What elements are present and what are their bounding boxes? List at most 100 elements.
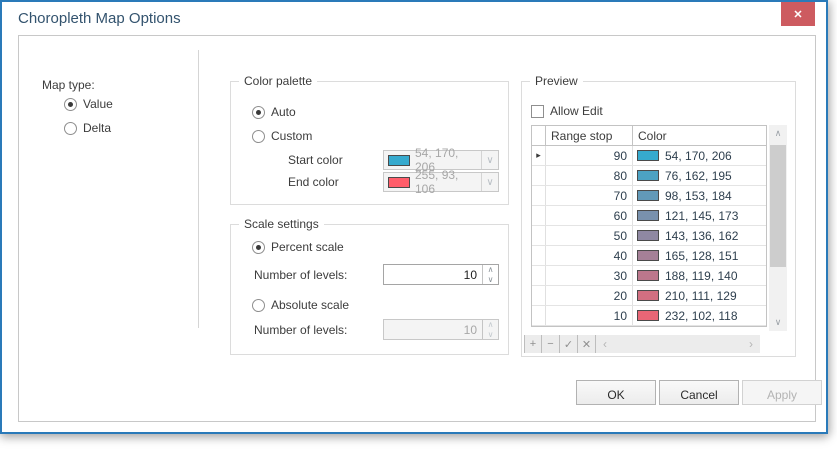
radio-label-delta: Delta — [83, 121, 111, 135]
title-bar[interactable]: Choropleth Map Options ✕ — [2, 2, 826, 35]
plus-icon: + — [530, 338, 536, 350]
range-stop-cell[interactable]: 80 — [546, 166, 633, 185]
spin-up-icon[interactable]: ∧ — [483, 265, 498, 275]
percent-levels-spinner[interactable]: 10 ∧ ∨ — [383, 264, 499, 285]
chevron-down-icon[interactable]: ∨ — [481, 151, 498, 169]
dialog-window: Choropleth Map Options ✕ Map type: Value… — [0, 0, 828, 434]
row-indicator-cell — [532, 266, 546, 285]
radio-icon — [252, 299, 265, 312]
start-color-swatch — [388, 155, 410, 166]
close-icon: ✕ — [793, 8, 802, 21]
allow-edit-checkbox[interactable]: Allow Edit — [531, 104, 603, 118]
spin-down-icon[interactable]: ∨ — [483, 275, 498, 285]
color-rgb-value: 143, 136, 162 — [665, 229, 738, 243]
radio-label-value: Value — [83, 97, 113, 111]
row-indicator-icon: ▸ — [532, 146, 546, 165]
range-stop-cell[interactable]: 50 — [546, 226, 633, 245]
map-type-label: Map type: — [42, 78, 95, 92]
color-cell[interactable]: 188, 119, 140 — [633, 266, 766, 285]
cancel-edit-button[interactable]: ✕ — [578, 335, 596, 353]
ok-button[interactable]: OK — [576, 380, 656, 405]
row-indicator-cell — [532, 206, 546, 225]
color-cell[interactable]: 143, 136, 162 — [633, 226, 766, 245]
grid-row[interactable]: 50 143, 136, 162 — [532, 226, 766, 246]
color-rgb-value: 210, 111, 129 — [665, 289, 737, 303]
remove-row-button[interactable]: − — [542, 335, 560, 353]
color-cell[interactable]: 210, 111, 129 — [633, 286, 766, 305]
color-swatch — [637, 170, 659, 181]
spin-down-icon: ∨ — [483, 330, 498, 340]
start-color-dropdown[interactable]: 54, 170, 206 ∨ — [383, 150, 499, 170]
range-stop-cell[interactable]: 60 — [546, 206, 633, 225]
cancel-button[interactable]: Cancel — [659, 380, 739, 405]
row-indicator-cell — [532, 286, 546, 305]
grid-row[interactable]: 70 98, 153, 184 — [532, 186, 766, 206]
grid-column-header-range-stop[interactable]: Range stop — [546, 126, 633, 145]
color-swatch — [637, 270, 659, 281]
color-cell[interactable]: 121, 145, 173 — [633, 206, 766, 225]
close-button[interactable]: ✕ — [781, 2, 815, 26]
range-stop-cell[interactable]: 30 — [546, 266, 633, 285]
grid-row[interactable]: ▸9054, 170, 206 — [532, 146, 766, 166]
range-stop-cell[interactable]: 90 — [546, 146, 633, 165]
color-rgb-value: 188, 119, 140 — [665, 269, 738, 283]
absolute-levels-label: Number of levels: — [254, 323, 347, 337]
scroll-down-icon[interactable]: ∨ — [769, 314, 787, 331]
end-color-swatch — [388, 177, 410, 188]
grid-row[interactable]: 80 76, 162, 195 — [532, 166, 766, 186]
allow-edit-label: Allow Edit — [550, 104, 603, 118]
commit-edit-button[interactable]: ✓ — [560, 335, 578, 353]
color-cell[interactable]: 165, 128, 151 — [633, 246, 766, 265]
scroll-up-icon[interactable]: ∧ — [769, 125, 787, 142]
radio-absolute-scale[interactable]: Absolute scale — [252, 298, 349, 312]
spinner-buttons: ∧ ∨ — [482, 265, 498, 284]
color-cell[interactable]: 54, 170, 206 — [633, 146, 766, 165]
row-indicator-cell — [532, 226, 546, 245]
radio-icon — [64, 98, 77, 111]
add-row-button[interactable]: + — [524, 335, 542, 353]
spin-up-icon: ∧ — [483, 320, 498, 330]
start-color-label: Start color — [288, 153, 343, 167]
radio-palette-auto[interactable]: Auto — [252, 105, 296, 119]
radio-percent-scale[interactable]: Percent scale — [252, 240, 344, 254]
spinner-buttons: ∧ ∨ — [482, 320, 498, 339]
grid-row[interactable]: 10 232, 102, 118 — [532, 306, 766, 326]
radio-icon — [252, 106, 265, 119]
radio-map-type-value[interactable]: Value — [64, 97, 113, 111]
dialog-content: Map type: Value Delta Color palette Auto… — [18, 35, 816, 422]
row-indicator-cell — [532, 166, 546, 185]
color-rgb-value: 98, 153, 184 — [665, 189, 732, 203]
row-indicator-cell — [532, 186, 546, 205]
range-stop-cell[interactable]: 20 — [546, 286, 633, 305]
color-rgb-value: 232, 102, 118 — [665, 309, 738, 323]
grid-body: ▸9054, 170, 20680 76, 162, 195 70 98, 153, … — [532, 146, 766, 326]
end-color-value: 255, 93, 106 — [415, 168, 481, 196]
grid-row[interactable]: 40165, 128, 151 — [532, 246, 766, 266]
grid-row[interactable]: 20 210, 111, 129 — [532, 286, 766, 306]
end-color-label: End color — [288, 175, 339, 189]
scrollbar-thumb[interactable] — [770, 145, 786, 267]
grid-row[interactable]: 30 188, 119, 140 — [532, 266, 766, 286]
chevron-down-icon[interactable]: ∨ — [481, 173, 498, 191]
range-stop-cell[interactable]: 70 — [546, 186, 633, 205]
radio-palette-custom[interactable]: Custom — [252, 129, 312, 143]
color-swatch — [637, 190, 659, 201]
color-cell[interactable]: 232, 102, 118 — [633, 306, 766, 325]
grid-column-header-color[interactable]: Color — [633, 126, 766, 145]
radio-label-percent: Percent scale — [271, 240, 344, 254]
grid-row[interactable]: 60121, 145, 173 — [532, 206, 766, 226]
end-color-dropdown[interactable]: 255, 93, 106 ∨ — [383, 172, 499, 192]
grid-navigator-toolbar: + − ✓ ✕ ‹ › — [524, 335, 760, 353]
color-swatch — [637, 230, 659, 241]
radio-map-type-delta[interactable]: Delta — [64, 121, 111, 135]
color-cell[interactable]: 76, 162, 195 — [633, 166, 766, 185]
color-cell[interactable]: 98, 153, 184 — [633, 186, 766, 205]
prev-record-icon[interactable]: ‹ — [596, 335, 614, 353]
grid-vertical-scrollbar[interactable]: ∧ ∨ — [769, 125, 787, 331]
apply-button[interactable]: Apply — [742, 380, 822, 405]
color-rgb-value: 76, 162, 195 — [665, 169, 732, 183]
range-stop-cell[interactable]: 10 — [546, 306, 633, 325]
next-record-icon[interactable]: › — [742, 335, 760, 353]
radio-icon — [64, 122, 77, 135]
range-stop-cell[interactable]: 40 — [546, 246, 633, 265]
